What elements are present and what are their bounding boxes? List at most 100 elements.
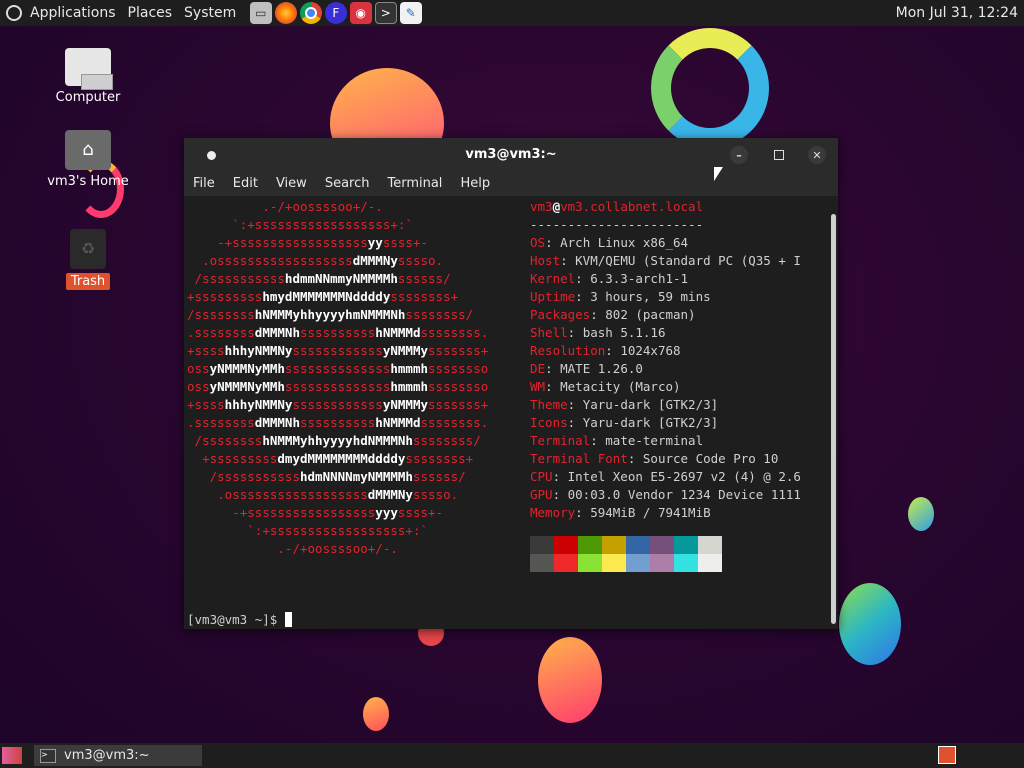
system-menu[interactable]: System [178, 5, 242, 21]
neofetch-info-line: Icons: Yaru-dark [GTK2/3] [530, 415, 719, 430]
terminal-output[interactable]: .-/+oossssoo+/-. `:+ssssssssssssssssss+:… [184, 196, 828, 629]
palette-swatch [674, 536, 698, 554]
arch-logo-line: /sssssssshNMMMyhhyyyyhmNMMMNhssssssss/ [187, 307, 474, 322]
neofetch-info-line: WM: Metacity (Marco) [530, 379, 681, 394]
neofetch-info-line: Host: KVM/QEMU (Standard PC (Q35 + I [530, 253, 801, 268]
palette-swatch [554, 554, 578, 572]
palette-swatch [626, 554, 650, 572]
file-manager-icon[interactable]: ▭ [249, 2, 272, 24]
neofetch-separator: ----------------------- [530, 217, 704, 232]
window-menubar: File Edit View Search Terminal Help [184, 171, 838, 196]
applications-menu[interactable]: Applications [24, 5, 122, 21]
menu-search[interactable]: Search [316, 176, 379, 191]
wallpaper-blob-green-small [908, 497, 934, 531]
screenshot-icon[interactable]: ◉ [349, 2, 372, 24]
desktop-icon-home[interactable]: ⌂ vm3's Home [43, 130, 133, 189]
taskbar-item-terminal[interactable]: > vm3@vm3:~ [34, 745, 202, 766]
menu-help[interactable]: Help [451, 176, 499, 191]
text-editor-icon[interactable]: ✎ [399, 2, 422, 24]
palette-swatch [530, 536, 554, 554]
wallpaper-blob-green [839, 583, 901, 665]
wallpaper-ring [651, 28, 769, 148]
arch-logo-line: .-/+oossssoo+/-. [262, 199, 383, 214]
menu-terminal[interactable]: Terminal [378, 176, 451, 191]
arch-logo-line: +sssshhhyNMMNyssssssssssssyNMMMysssssss+ [187, 397, 489, 412]
palette-swatch [602, 554, 626, 572]
computer-icon [65, 48, 113, 90]
neofetch-info-line: Uptime: 3 hours, 59 mins [530, 289, 711, 304]
minimize-icon[interactable]: – [730, 146, 748, 164]
mouse-pointer-icon [714, 167, 723, 181]
text-cursor [284, 612, 292, 627]
neofetch-info-line: CPU: Intel Xeon E5-2697 v2 (4) @ 2.6 [530, 469, 801, 484]
wallpaper-blob-small [363, 697, 389, 731]
palette-swatch [578, 536, 602, 554]
arch-logo-line: +sssssssssdmydMMMMMMMMddddyssssssss+ [202, 451, 474, 466]
top-panel: Applications Places System ▭ F ◉ > ✎ Mon… [0, 0, 1024, 26]
app-icon[interactable]: F [324, 2, 347, 24]
clock[interactable]: Mon Jul 31, 12:24 [896, 5, 1018, 21]
show-desktop-icon[interactable] [2, 747, 22, 764]
terminal-icon: > [40, 748, 56, 763]
workspace-switcher[interactable] [938, 746, 956, 764]
terminal-icon[interactable]: > [374, 2, 397, 24]
arch-logo-line: +ssssssssshmydMMMMMMMNddddyssssssss+ [187, 289, 459, 304]
shell-prompt[interactable]: [vm3@vm3 ~]$ [187, 611, 292, 629]
desktop-icon-label: Computer [55, 90, 121, 105]
arch-logo-line: .-/+oossssoo+/-. [277, 541, 398, 556]
terminal-scrollbar[interactable] [831, 214, 836, 624]
taskbar-item-label: vm3@vm3:~ [64, 748, 150, 763]
arch-logo-line: -+ssssssssssssssssssyyssss+- [217, 235, 428, 250]
arch-logo-line: .ossssssssssssssssssdMMMNysssso. [217, 487, 459, 502]
distro-logo-icon[interactable] [6, 5, 22, 21]
menu-edit[interactable]: Edit [224, 176, 267, 191]
trash-icon: ♻ [70, 229, 106, 269]
neofetch-info-line: Packages: 802 (pacman) [530, 307, 696, 322]
palette-swatch [602, 536, 626, 554]
arch-logo-line: /ssssssssssshdmNNNNmyNMMMMhssssss/ [209, 469, 466, 484]
places-menu[interactable]: Places [122, 5, 179, 21]
arch-logo-line: /ssssssssssshdmmNNmmyNMMMMhssssss/ [194, 271, 451, 286]
arch-logo-line: .ssssssssdMMMNhsssssssssshNMMMdssssssss. [187, 415, 489, 430]
chrome-icon[interactable] [299, 2, 322, 24]
panel-menu: Applications Places System [0, 0, 248, 26]
arch-logo-line: ossyNMMMNyMMhsssssssssssssshmmmhssssssso [187, 361, 489, 376]
neofetch-info-line: Memory: 594MiB / 7941MiB [530, 505, 711, 520]
palette-swatch [578, 554, 602, 572]
arch-logo-line: `:+ssssssssssssssssss+:` [247, 523, 428, 538]
window-menu-icon[interactable] [202, 146, 220, 164]
maximize-icon[interactable] [770, 146, 788, 164]
terminal-window[interactable]: vm3@vm3:~ – ✕ File Edit View Search Term… [184, 138, 838, 629]
palette-swatch [650, 536, 674, 554]
window-title: vm3@vm3:~ [465, 147, 557, 162]
desktop-icon-label: Trash [65, 273, 111, 290]
palette-swatch [554, 536, 578, 554]
desktop-icon-computer[interactable]: Computer [43, 48, 133, 105]
wallpaper-blob-bottom [538, 637, 602, 723]
neofetch-info-line: Terminal Font: Source Code Pro 10 [530, 451, 779, 466]
neofetch-info-line: GPU: 00:03.0 Vendor 1234 Device 1111 [530, 487, 801, 502]
firefox-icon[interactable] [274, 2, 297, 24]
arch-logo-line: .ossssssssssssssssssdMMMNysssso. [202, 253, 444, 268]
arch-logo-line: `:+ssssssssssssssssss+:` [232, 217, 413, 232]
palette-swatch [698, 536, 722, 554]
neofetch-info-line: Kernel: 6.3.3-arch1-1 [530, 271, 689, 286]
arch-logo-line: .ssssssssdMMMNhsssssssssshNMMMdssssssss. [187, 325, 489, 340]
palette-swatch [674, 554, 698, 572]
neofetch-info-line: OS: Arch Linux x86_64 [530, 235, 689, 250]
desktop-icon-label: vm3's Home [47, 174, 129, 189]
palette-swatch [650, 554, 674, 572]
palette-swatch [626, 536, 650, 554]
neofetch-header: vm3@vm3.collabnet.local [530, 199, 704, 214]
menu-view[interactable]: View [267, 176, 316, 191]
window-titlebar[interactable]: vm3@vm3:~ – ✕ [184, 138, 838, 171]
neofetch-info-line: Theme: Yaru-dark [GTK2/3] [530, 397, 719, 412]
palette-swatch [698, 554, 722, 572]
bottom-panel: > vm3@vm3:~ [0, 743, 1024, 768]
menu-file[interactable]: File [184, 176, 224, 191]
arch-logo-line: +sssshhhyNMMNyssssssssssssyNMMMysssssss+ [187, 343, 489, 358]
arch-logo-line: ossyNMMMNyMMhsssssssssssssshmmmhssssssso [187, 379, 489, 394]
desktop-icon-trash[interactable]: ♻ Trash [43, 229, 133, 290]
arch-logo-line: -+sssssssssssssssssyyyssss+- [232, 505, 444, 520]
close-icon[interactable]: ✕ [808, 146, 826, 164]
